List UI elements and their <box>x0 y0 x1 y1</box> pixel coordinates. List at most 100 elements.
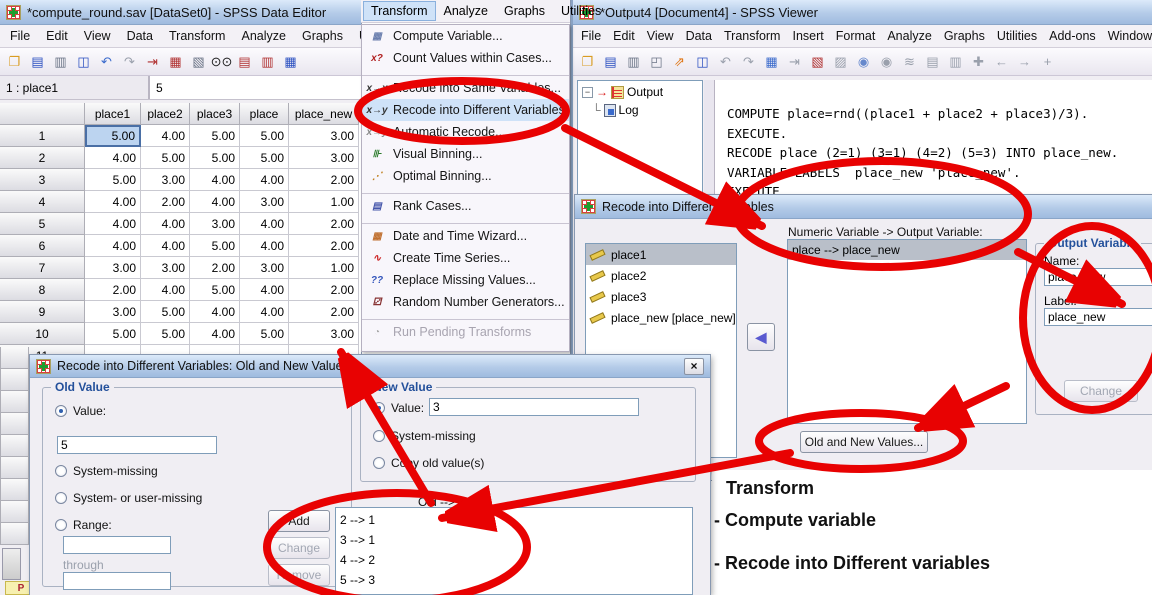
cell[interactable]: 5.00 <box>141 147 190 169</box>
cell[interactable]: 4.00 <box>85 147 141 169</box>
cell[interactable]: 4.00 <box>85 235 141 257</box>
cell[interactable]: 1.00 <box>289 257 359 279</box>
variable-item[interactable]: place2 <box>586 265 736 286</box>
toolbar-icon[interactable]: ⇥ <box>142 51 163 72</box>
toolbar-icon[interactable]: ⇗ <box>669 51 690 72</box>
recode-dialog-titlebar[interactable]: Recode into Different Variables <box>575 195 1152 219</box>
column-header[interactable]: place3 <box>190 103 240 125</box>
cell[interactable]: 5.00 <box>85 323 141 345</box>
toolbar-icon[interactable]: ▧ <box>188 51 209 72</box>
cell[interactable]: 4.00 <box>141 235 190 257</box>
menu-item[interactable]: ⊪ Visual Binning... <box>362 143 569 165</box>
cell[interactable]: 2.00 <box>85 279 141 301</box>
radio-icon[interactable] <box>373 457 385 469</box>
row-header[interactable]: 8 <box>0 279 85 301</box>
cell[interactable]: 4.00 <box>141 279 190 301</box>
row-header[interactable]: 6 <box>0 235 85 257</box>
toolbar-icon[interactable]: → <box>1014 51 1035 72</box>
menu[interactable]: Analyze <box>881 26 937 46</box>
toolbar-icon[interactable]: ▧ <box>807 51 828 72</box>
cell[interactable]: 4.00 <box>190 323 240 345</box>
change-output-button[interactable]: Change <box>1064 380 1138 402</box>
label-input[interactable]: place_new <box>1044 308 1152 326</box>
menu-item[interactable] <box>362 313 569 321</box>
toolbar-icon[interactable]: ❐ <box>4 51 25 72</box>
cell[interactable]: 4.00 <box>240 235 289 257</box>
menu-item[interactable]: ∿ Create Time Series... <box>362 247 569 269</box>
toolbar-icon[interactable]: ← <box>991 51 1012 72</box>
menu[interactable]: View <box>641 26 680 46</box>
row-header[interactable]: 4 <box>0 191 85 213</box>
menu[interactable]: File <box>575 26 607 46</box>
range-to-input[interactable] <box>63 572 171 590</box>
toolbar-icon[interactable]: ↷ <box>738 51 759 72</box>
row-header[interactable]: 7 <box>0 257 85 279</box>
menu[interactable]: Transform <box>363 1 436 21</box>
toolbar-icon[interactable]: ✚ <box>968 51 989 72</box>
cell[interactable]: 2.00 <box>289 279 359 301</box>
radio-icon[interactable] <box>373 430 385 442</box>
cell[interactable]: 5.00 <box>85 125 141 147</box>
cell[interactable]: 4.00 <box>190 301 240 323</box>
toolbar-icon[interactable]: ▨ <box>830 51 851 72</box>
menu[interactable]: Transform <box>718 26 787 46</box>
cell[interactable]: 3.00 <box>85 301 141 323</box>
menu[interactable]: Transform <box>161 26 234 46</box>
cell[interactable]: 4.00 <box>141 213 190 235</box>
menu-item[interactable]: ▦ Compute Variable... <box>362 25 569 47</box>
add-button[interactable]: Add <box>268 510 330 532</box>
row-header[interactable]: 2 <box>0 147 85 169</box>
move-variable-button[interactable]: ◀ <box>747 323 775 351</box>
cell[interactable]: 5.00 <box>240 147 289 169</box>
menu[interactable]: View <box>76 26 119 46</box>
cell[interactable]: 3.00 <box>141 169 190 191</box>
menu-item[interactable]: ◔ Run Pending Transforms <box>362 321 569 343</box>
cell[interactable]: 4.00 <box>190 191 240 213</box>
old-sysmis-radio[interactable]: System-missing <box>55 464 158 478</box>
cell[interactable]: 5.00 <box>190 147 240 169</box>
copy-old-values-radio[interactable]: Copy old value(s) <box>373 456 484 470</box>
menu-item[interactable]: ▦ Date and Time Wizard... <box>362 225 569 247</box>
cell[interactable]: 5.00 <box>190 235 240 257</box>
toolbar-icon[interactable]: ◫ <box>692 51 713 72</box>
row-header[interactable]: 5 <box>0 213 85 235</box>
toolbar-icon[interactable]: ◰ <box>646 51 667 72</box>
toolbar-icon[interactable]: ▦ <box>761 51 782 72</box>
viewer-titlebar[interactable]: *Output4 [Document4] - SPSS Viewer <box>573 0 1152 25</box>
menu-item[interactable] <box>362 69 569 77</box>
range-from-input[interactable] <box>63 536 171 554</box>
old-value-input[interactable]: 5 <box>57 436 217 454</box>
variable-item[interactable]: place1 <box>586 244 736 265</box>
cell[interactable]: 5.00 <box>190 279 240 301</box>
mapping-item[interactable]: place --> place_new <box>788 240 1026 260</box>
toolbar-icon[interactable]: ▦ <box>165 51 186 72</box>
toolbar-icon[interactable]: ▤ <box>27 51 48 72</box>
row-header[interactable]: 1 <box>0 125 85 147</box>
menu-item[interactable] <box>362 187 569 195</box>
collapse-icon[interactable]: − <box>582 87 593 98</box>
toolbar-icon[interactable]: ❐ <box>577 51 598 72</box>
cell[interactable]: 4.00 <box>85 191 141 213</box>
scrollbar-fragment[interactable] <box>2 548 21 580</box>
remove-button[interactable]: Remove <box>268 564 330 586</box>
menu[interactable]: Data <box>119 26 161 46</box>
toolbar-icon[interactable]: ↶ <box>715 51 736 72</box>
cell[interactable]: 3.00 <box>240 191 289 213</box>
new-value-radio[interactable]: Value: <box>373 401 424 415</box>
toolbar-icon[interactable]: ▦ <box>280 51 301 72</box>
menu-item[interactable]: x→y Automatic Recode... <box>362 121 569 143</box>
menu[interactable]: Edit <box>607 26 641 46</box>
cell[interactable]: 4.00 <box>240 169 289 191</box>
menu[interactable]: Analyze <box>436 1 496 21</box>
cell[interactable]: 3.00 <box>289 147 359 169</box>
toolbar-icon[interactable]: ▥ <box>50 51 71 72</box>
radio-icon[interactable] <box>55 492 67 504</box>
menu[interactable]: Utilities <box>351 26 361 46</box>
menu[interactable]: Edit <box>38 26 76 46</box>
menu-item[interactable]: ⚂ Random Number Generators... <box>362 291 569 313</box>
cell[interactable]: 3.00 <box>141 257 190 279</box>
toolbar-icon[interactable]: ◉ <box>853 51 874 72</box>
cell[interactable]: 3.00 <box>240 257 289 279</box>
menu-item[interactable] <box>362 217 569 225</box>
menu[interactable]: Graphs <box>938 26 991 46</box>
